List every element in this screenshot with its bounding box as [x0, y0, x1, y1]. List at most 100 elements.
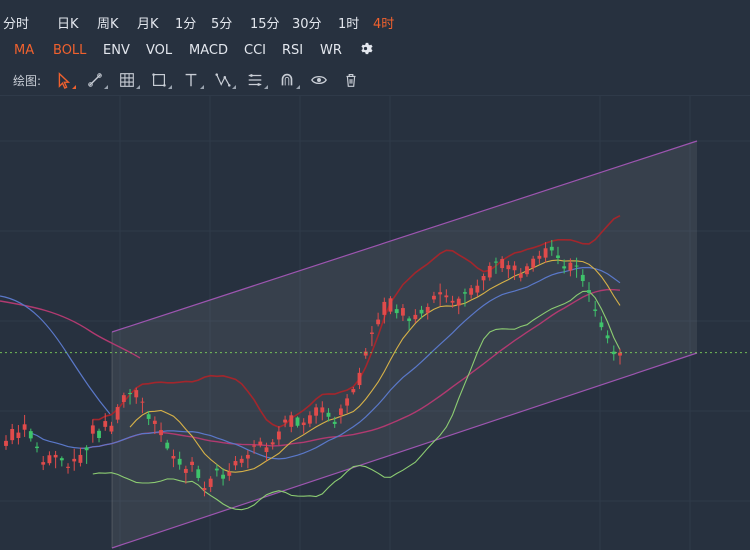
candle-body — [208, 478, 213, 487]
candle-body — [388, 298, 393, 312]
candle-body — [41, 462, 46, 465]
candle-body — [66, 466, 70, 468]
candle-body — [475, 285, 480, 293]
candle-body — [450, 300, 455, 303]
candle-body — [177, 458, 182, 465]
indicator-boll[interactable]: BOLL — [53, 43, 86, 58]
pattern-icon[interactable] — [207, 69, 239, 91]
indicator-macd[interactable]: MACD — [189, 43, 228, 58]
candle-body — [97, 430, 101, 438]
dropdown-corner-icon — [72, 85, 77, 89]
candle-body — [456, 298, 461, 306]
candle-body — [159, 430, 163, 436]
magnet-icon[interactable] — [271, 69, 303, 91]
candle-body — [264, 447, 269, 453]
candle-body — [593, 309, 598, 311]
candle-body — [438, 292, 443, 295]
candle-body — [190, 461, 194, 465]
period-tab-2[interactable]: 周K — [97, 13, 119, 32]
candle-body — [487, 265, 492, 278]
trash-icon[interactable] — [335, 69, 367, 91]
cursor-icon[interactable] — [47, 69, 79, 91]
candle-body — [407, 318, 412, 321]
candle-body — [469, 288, 474, 295]
fibonacci-icon[interactable] — [239, 69, 271, 91]
candle-body — [171, 456, 176, 459]
rectangle-icon[interactable] — [143, 69, 175, 91]
gear-icon[interactable] — [358, 41, 373, 60]
period-tab-5[interactable]: 5分 — [211, 13, 232, 32]
candle-body — [22, 424, 27, 430]
candle-body — [295, 417, 300, 426]
grid-icon[interactable] — [111, 69, 143, 91]
candle-body — [59, 458, 64, 461]
candle-body — [401, 308, 405, 316]
candle-body — [556, 255, 560, 258]
candle-body — [419, 309, 424, 314]
dropdown-corner-icon — [104, 85, 109, 89]
candle-body — [140, 401, 145, 403]
candle-body — [463, 292, 467, 294]
period-tab-3[interactable]: 月K — [137, 13, 159, 32]
trend-line-icon[interactable] — [79, 69, 111, 91]
candle-body — [165, 442, 170, 449]
candle-body — [543, 248, 548, 258]
candle-body — [413, 314, 418, 320]
candle-body — [506, 265, 511, 270]
candle-body — [531, 258, 536, 268]
candle-body — [357, 372, 362, 386]
candle-body — [4, 440, 8, 446]
indicator-rsi[interactable]: RSI — [282, 43, 303, 58]
candle-body — [301, 422, 306, 426]
period-toolbar: 分时 日K 周K 月K 1分 5分 15分 30分 1时 4时 — [0, 8, 750, 36]
indicator-ma[interactable]: MA — [14, 43, 34, 58]
candle-body — [183, 468, 188, 473]
candle-body — [481, 276, 486, 281]
period-tab-0[interactable]: 分时 — [3, 13, 29, 32]
candle-body — [376, 319, 381, 325]
dropdown-corner-icon — [168, 85, 173, 89]
candle-body — [307, 415, 312, 424]
candle-body — [494, 261, 498, 263]
dropdown-corner-icon — [200, 85, 205, 89]
period-tab-6[interactable]: 15分 — [250, 13, 280, 32]
period-tab-1[interactable]: 日K — [57, 13, 79, 32]
dropdown-corner-icon — [296, 85, 301, 89]
candle-body — [425, 306, 430, 313]
candle-body — [549, 246, 554, 251]
candle-body — [351, 389, 356, 393]
indicator-wr[interactable]: WR — [320, 43, 342, 58]
candle-body — [562, 266, 567, 269]
candle-body — [338, 408, 343, 415]
candle-body — [332, 421, 337, 424]
indicator-env[interactable]: ENV — [103, 43, 130, 58]
indicator-vol[interactable]: VOL — [146, 43, 172, 58]
candle-body — [580, 274, 585, 282]
candle-body — [152, 420, 157, 424]
period-tab-8[interactable]: 1时 — [338, 13, 359, 32]
candle-body — [605, 335, 610, 339]
candle-body — [84, 447, 89, 451]
candle-body — [146, 414, 151, 419]
dropdown-corner-icon — [232, 85, 237, 89]
candle-body — [587, 290, 591, 293]
candle-body — [245, 454, 250, 459]
candle-body — [53, 454, 58, 458]
period-tab-9[interactable]: 4时 — [373, 13, 394, 32]
candle-body — [196, 469, 201, 478]
period-tab-7[interactable]: 30分 — [292, 13, 322, 32]
candle-body — [227, 471, 232, 476]
candle-body — [537, 255, 542, 259]
candlestick-chart[interactable] — [0, 96, 750, 550]
candle-body — [574, 265, 579, 267]
period-tab-4[interactable]: 1分 — [175, 13, 196, 32]
text-icon[interactable] — [175, 69, 207, 91]
candle-body — [35, 446, 39, 449]
candle-body — [239, 458, 244, 463]
indicator-cci[interactable]: CCI — [244, 43, 266, 58]
candle-body — [283, 419, 288, 423]
candle-body — [444, 295, 449, 298]
candle-body — [289, 415, 294, 427]
candle-body — [16, 432, 21, 438]
eye-icon[interactable] — [303, 69, 335, 91]
